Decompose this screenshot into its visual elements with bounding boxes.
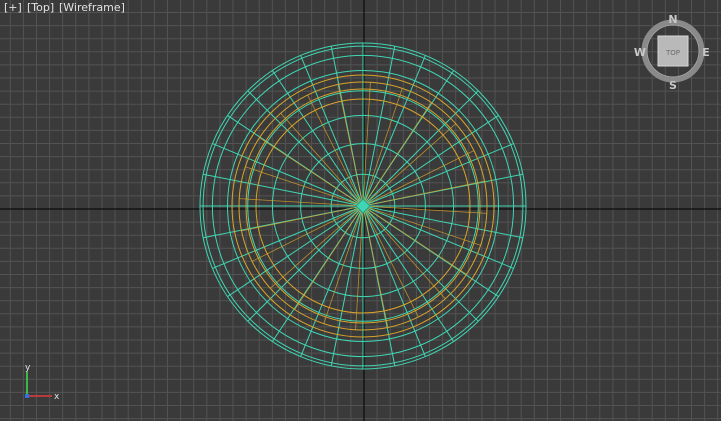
viewport-view-label[interactable]: [Top] [27, 1, 54, 15]
sphere-longitude-line [362, 205, 514, 269]
axis-y-label: y [25, 363, 31, 373]
sphere-longitude-line [247, 205, 364, 322]
compass-north-label[interactable]: N [668, 13, 677, 26]
viewport-top[interactable]: TOP N S E W y x [+] [Top] [Wireframe] [0, 0, 721, 421]
sphere-longitude-line [247, 90, 364, 207]
axis-z-marker [25, 394, 29, 398]
viewport-shading-label[interactable]: [Wireframe] [59, 1, 125, 15]
inner-object-segment [251, 205, 364, 262]
compass-east-label[interactable]: E [702, 46, 710, 59]
sphere-longitude-line [362, 90, 479, 207]
sphere-longitude-line [362, 205, 479, 322]
inner-object-segment [307, 94, 364, 207]
sphere-longitude-line [212, 143, 364, 207]
viewcube-face-label: TOP [665, 49, 680, 57]
viewcube[interactable]: TOP N S E W [634, 13, 710, 92]
viewport-scene[interactable]: TOP N S E W y x [0, 0, 721, 421]
compass-south-label[interactable]: S [669, 79, 677, 92]
axis-x-label: x [54, 392, 60, 402]
sphere-longitude-line [300, 205, 364, 357]
compass-west-label[interactable]: W [634, 46, 646, 59]
sphere-longitude-line [362, 143, 514, 207]
inner-object-segment [362, 150, 475, 207]
sphere-longitude-line [212, 205, 364, 269]
viewport-menu-button[interactable]: [+] [4, 1, 22, 15]
axis-gizmo: y x [25, 363, 60, 402]
